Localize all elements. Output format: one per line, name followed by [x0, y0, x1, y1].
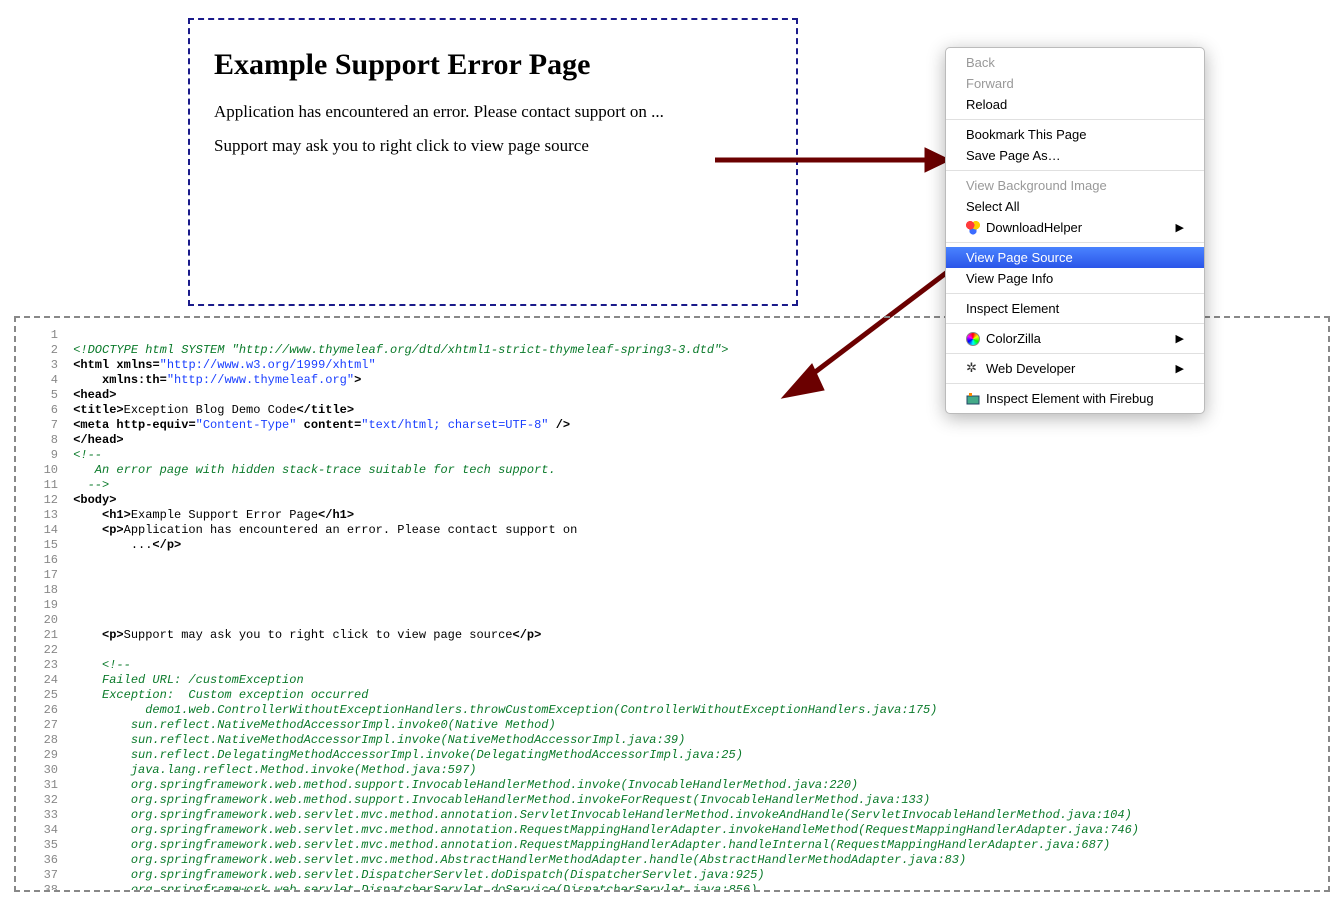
menu-separator — [946, 383, 1204, 384]
menu-item-save-as[interactable]: Save Page As… — [946, 145, 1204, 166]
submenu-arrow-icon: ▶ — [1176, 362, 1184, 375]
gear-icon — [966, 362, 980, 376]
menu-item-inspect[interactable]: Inspect Element — [946, 298, 1204, 319]
submenu-arrow-icon: ▶ — [1176, 332, 1184, 345]
menu-item-view-source[interactable]: View Page Source — [946, 247, 1204, 268]
menu-item-bookmark[interactable]: Bookmark This Page — [946, 124, 1204, 145]
menu-item-back[interactable]: Back — [946, 52, 1204, 73]
menu-separator — [946, 353, 1204, 354]
menu-separator — [946, 242, 1204, 243]
menu-item-downloadhelper[interactable]: DownloadHelper ▶ — [946, 217, 1204, 238]
submenu-arrow-icon: ▶ — [1176, 221, 1184, 234]
error-page-text-2: Support may ask you to right click to vi… — [214, 136, 772, 156]
menu-item-view-info[interactable]: View Page Info — [946, 268, 1204, 289]
menu-item-reload[interactable]: Reload — [946, 94, 1204, 115]
menu-separator — [946, 323, 1204, 324]
error-page-text-1: Application has encountered an error. Pl… — [214, 102, 772, 122]
arrow-to-menu-icon — [710, 140, 950, 180]
menu-item-forward[interactable]: Forward — [946, 73, 1204, 94]
menu-item-view-bg[interactable]: View Background Image — [946, 175, 1204, 196]
downloadhelper-icon — [966, 221, 980, 235]
error-page-panel: Example Support Error Page Application h… — [188, 18, 798, 306]
menu-separator — [946, 170, 1204, 171]
menu-item-web-developer[interactable]: Web Developer ▶ — [946, 358, 1204, 379]
menu-item-inspect-firebug[interactable]: Inspect Element with Firebug — [946, 388, 1204, 409]
menu-item-select-all[interactable]: Select All — [946, 196, 1204, 217]
context-menu: Back Forward Reload Bookmark This Page S… — [945, 47, 1205, 414]
menu-item-colorzilla[interactable]: ColorZilla ▶ — [946, 328, 1204, 349]
menu-separator — [946, 119, 1204, 120]
menu-separator — [946, 293, 1204, 294]
colorzilla-icon — [966, 332, 980, 346]
error-page-title: Example Support Error Page — [214, 48, 772, 82]
firebug-icon — [966, 392, 980, 406]
